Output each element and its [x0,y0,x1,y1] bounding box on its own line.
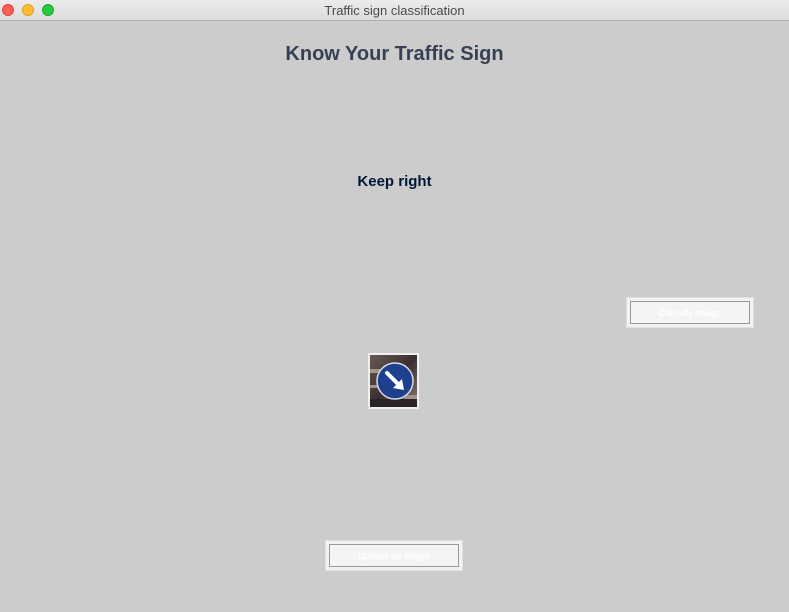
keep-right-sign-icon [370,355,417,407]
title-bar: Traffic sign classification [0,0,789,21]
classification-result: Keep right [357,173,432,190]
classify-image-button[interactable]: Classify Image [630,301,750,324]
classify-button-frame: Classify Image [626,297,754,328]
page-heading: Know Your Traffic Sign [285,43,504,65]
uploaded-image [368,353,419,409]
window-title: Traffic sign classification [324,3,465,18]
app-window: Traffic sign classification Know Your Tr… [0,0,789,612]
upload-image-button[interactable]: Upload an image [329,544,459,567]
upload-button-frame: Upload an image [325,540,463,571]
